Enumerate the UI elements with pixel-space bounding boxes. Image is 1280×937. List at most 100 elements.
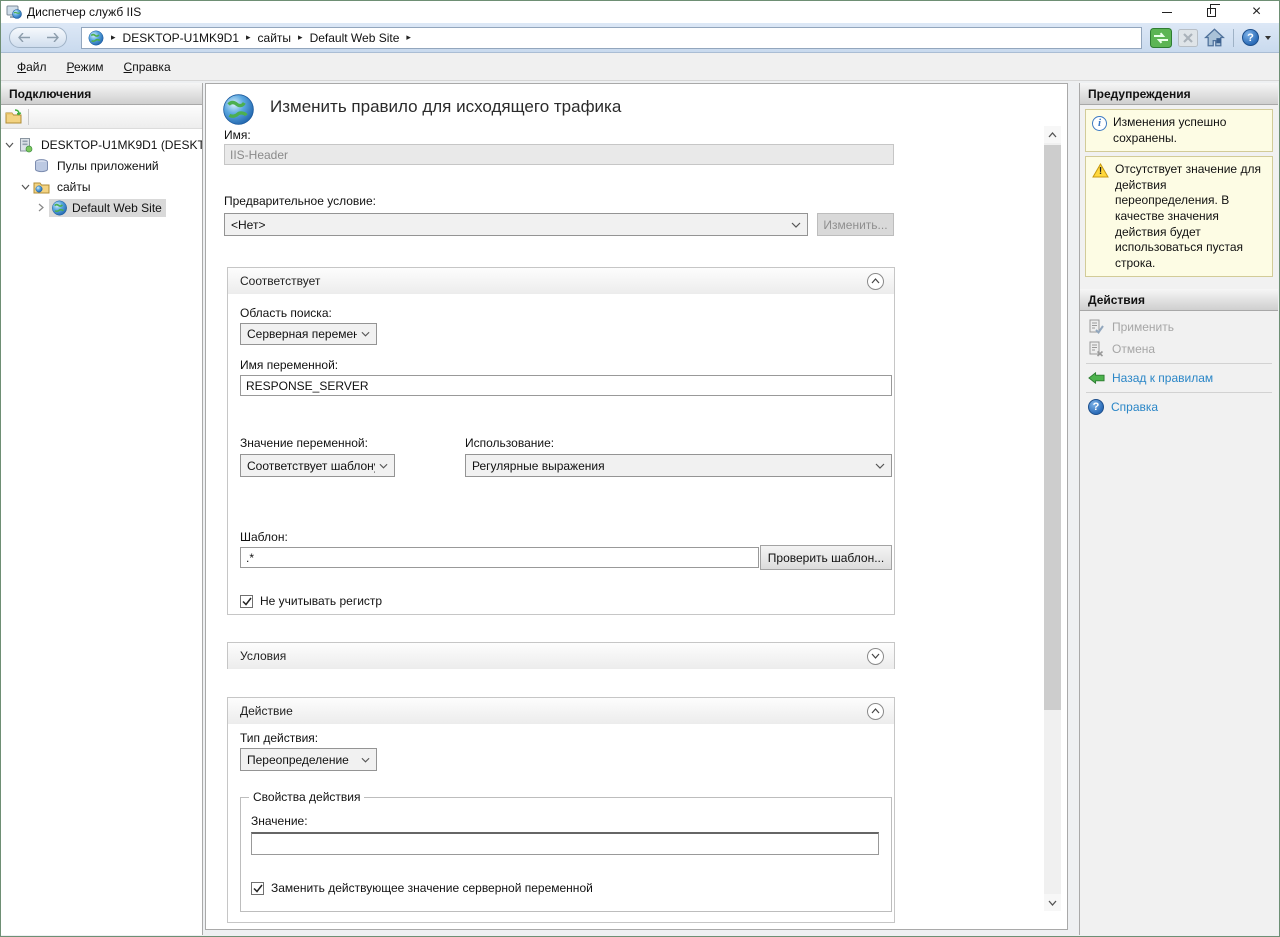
replace-checkbox-row: Заменить действующее значение серверной … <box>251 881 593 895</box>
test-pattern-button[interactable]: Проверить шаблон... <box>760 545 892 570</box>
tree-row-server[interactable]: DESKTOP-U1MK9D1 (DESKTOP <box>1 134 202 155</box>
chevron-expanded-icon[interactable] <box>1 142 17 148</box>
tree-row-default-web-site[interactable]: Default Web Site <box>1 197 202 218</box>
tree-row-sites[interactable]: сайты <box>1 176 202 197</box>
using-label: Использование: <box>465 436 554 450</box>
action-type-value: Переопределение <box>247 753 349 767</box>
addressbar-buttons: ? <box>1150 28 1271 48</box>
chevron-down-icon <box>871 463 885 469</box>
help-link[interactable]: ? Справка <box>1080 396 1278 418</box>
workspace: Подключения <box>1 81 1279 936</box>
pattern-field[interactable] <box>240 547 759 568</box>
change-precondition-button[interactable]: Изменить... <box>817 213 894 236</box>
action-section: Действие Тип действия: Переопределение С… <box>227 697 895 923</box>
expand-section-button[interactable] <box>867 648 884 665</box>
minimize-icon <box>1162 12 1172 13</box>
info-alert: i Изменения успешно сохранены. <box>1085 109 1273 152</box>
ignore-case-checkbox[interactable] <box>240 595 253 608</box>
tree-label-server[interactable]: DESKTOP-U1MK9D1 (DESKTOP <box>38 137 202 153</box>
actions-separator <box>1086 363 1272 364</box>
rule-name-field <box>224 144 894 165</box>
page-title: Изменить правило для исходящего трафика <box>270 97 621 117</box>
info-alert-text: Изменения успешно сохранены. <box>1113 115 1266 146</box>
scroll-up-button[interactable] <box>1044 126 1061 143</box>
breadcrumb[interactable]: ▸ DESKTOP-U1MK9D1 ▸ сайты ▸ Default Web … <box>81 27 1142 49</box>
using-value: Регулярные выражения <box>472 459 605 473</box>
menu-view[interactable]: Режим <box>57 56 114 78</box>
restore-icon <box>1207 8 1216 17</box>
action-section-header: Действие <box>228 698 894 724</box>
variable-name-field[interactable] <box>240 375 892 396</box>
conditions-section: Условия <box>227 642 895 669</box>
apply-action: Применить <box>1080 316 1278 338</box>
breadcrumb-item-default-web-site[interactable]: Default Web Site <box>310 31 400 45</box>
scope-label: Область поиска: <box>240 306 332 320</box>
action-properties-legend: Свойства действия <box>249 790 364 804</box>
chevron-down-icon <box>375 463 388 469</box>
breadcrumb-item-sites[interactable]: сайты <box>258 31 292 45</box>
chevron-expanded-icon[interactable] <box>17 184 33 190</box>
help-label[interactable]: Справка <box>1111 400 1158 414</box>
collapse-section-button[interactable] <box>867 703 884 720</box>
minimize-button[interactable] <box>1144 1 1189 23</box>
chevron-collapsed-icon[interactable] <box>33 203 49 212</box>
stop-button-disabled <box>1178 29 1198 47</box>
restore-button[interactable] <box>1189 1 1234 23</box>
variable-value-dropdown[interactable]: Соответствует шаблону <box>240 454 395 477</box>
refresh-button[interactable] <box>1150 28 1172 48</box>
action-type-dropdown[interactable]: Переопределение <box>240 748 377 771</box>
toolbar-separator <box>1233 29 1234 47</box>
selected-tree-item[interactable]: Default Web Site <box>49 199 166 217</box>
sites-folder-icon <box>33 179 50 195</box>
variable-value-option: Соответствует шаблону <box>247 459 375 473</box>
breadcrumb-item-server[interactable]: DESKTOP-U1MK9D1 <box>123 31 239 45</box>
alerts-header: Предупреждения <box>1080 83 1278 105</box>
cancel-label: Отмена <box>1112 342 1155 356</box>
warning-exclamation: ! <box>1092 165 1109 178</box>
close-button[interactable]: × <box>1234 1 1279 23</box>
application-pools-icon <box>33 158 50 174</box>
apply-label: Применить <box>1112 320 1174 334</box>
window-controls: × <box>1144 1 1279 23</box>
back-icon[interactable] <box>18 33 31 42</box>
tree-row-app-pools[interactable]: Пулы приложений <box>1 155 202 176</box>
help-button[interactable]: ? <box>1242 29 1259 46</box>
actions-header: Действия <box>1080 289 1278 311</box>
scope-dropdown[interactable]: Серверная переменн <box>240 323 377 345</box>
menu-bar: Файл Режим Справка <box>1 53 1279 81</box>
collapse-section-button[interactable] <box>867 273 884 290</box>
action-type-label: Тип действия: <box>240 731 318 745</box>
action-value-field[interactable] <box>251 832 879 855</box>
back-arrow-icon <box>1088 370 1105 386</box>
right-panel: Предупреждения i Изменения успешно сохра… <box>1079 83 1278 935</box>
connections-toolbar <box>1 105 202 129</box>
menu-file[interactable]: Файл <box>7 56 57 78</box>
apply-icon <box>1088 319 1105 335</box>
home-button[interactable] <box>1204 28 1225 47</box>
tree-label-app-pools[interactable]: Пулы приложений <box>54 158 162 174</box>
scrollbar-thumb[interactable] <box>1044 145 1061 710</box>
cancel-icon <box>1088 341 1105 357</box>
content-scrollbar[interactable] <box>1044 126 1061 911</box>
connections-panel: Подключения <box>1 83 203 935</box>
menu-help[interactable]: Справка <box>114 56 181 78</box>
breadcrumb-separator-icon: ▸ <box>406 32 411 43</box>
chevron-down-icon <box>1048 900 1057 906</box>
connections-header: Подключения <box>1 83 202 105</box>
feature-content: Изменить правило для исходящего трафика … <box>205 83 1068 930</box>
action-section-title: Действие <box>240 704 293 718</box>
tree-label-sites[interactable]: сайты <box>54 179 94 195</box>
warning-alert-text: Отсутствует значение для действия переоп… <box>1115 162 1266 271</box>
back-to-rules-link[interactable]: Назад к правилам <box>1080 367 1278 389</box>
save-connection-icon[interactable] <box>5 109 22 124</box>
scroll-down-button[interactable] <box>1044 894 1061 911</box>
forward-icon[interactable] <box>46 33 59 42</box>
help-dropdown-caret-icon[interactable] <box>1265 36 1271 40</box>
tree-label-default-web-site[interactable]: Default Web Site <box>72 201 162 215</box>
precondition-label: Предварительное условие: <box>224 194 376 208</box>
using-dropdown[interactable]: Регулярные выражения <box>465 454 892 477</box>
replace-existing-checkbox[interactable] <box>251 882 264 895</box>
precondition-dropdown[interactable]: <Нет> <box>224 213 808 236</box>
titlebar: Диспетчер служб IIS × <box>1 1 1279 23</box>
back-to-rules-label[interactable]: Назад к правилам <box>1112 371 1213 385</box>
